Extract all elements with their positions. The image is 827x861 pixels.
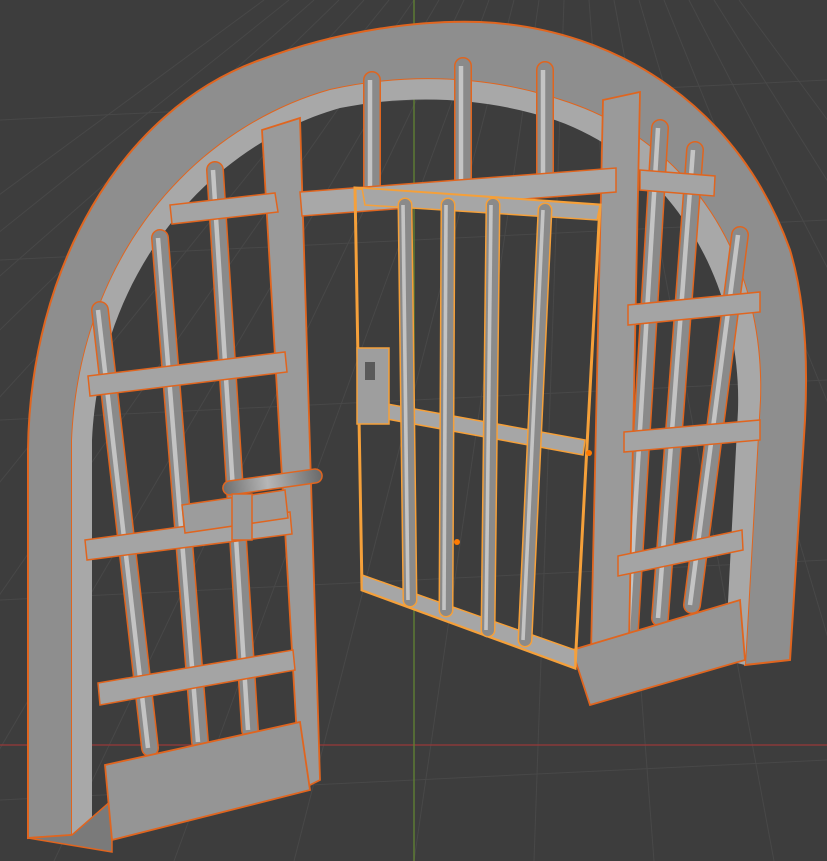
left-rail-1: [87, 351, 288, 397]
bar-highlight: [442, 204, 448, 611]
bar-highlight: [210, 169, 251, 731]
left-post: [261, 116, 321, 792]
padlock-plate[interactable]: [356, 347, 390, 425]
open-door[interactable]: [353, 186, 602, 671]
prison-gate-model[interactable]: [27, 20, 808, 853]
viewport-canvas[interactable]: [0, 0, 827, 861]
3d-viewport[interactable]: [0, 0, 827, 861]
door-origin-point: [454, 539, 460, 545]
pivot-point: [586, 450, 592, 456]
